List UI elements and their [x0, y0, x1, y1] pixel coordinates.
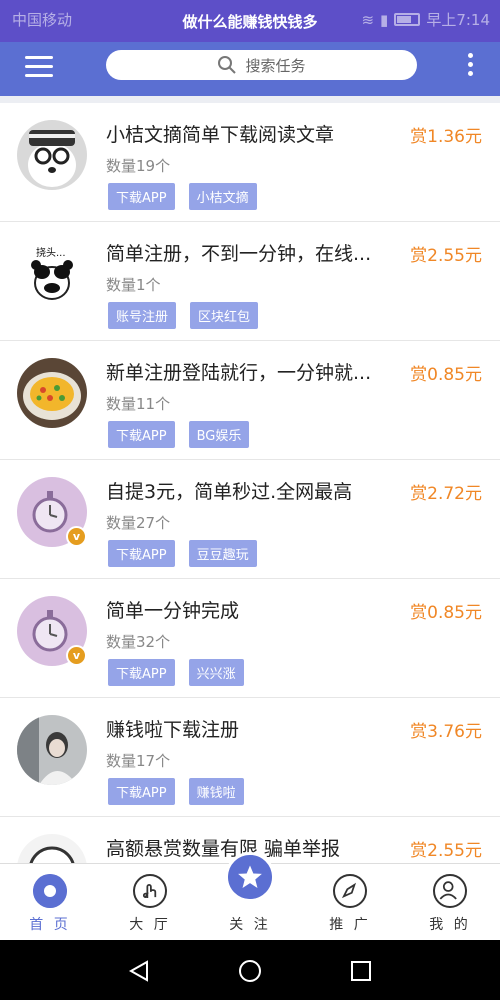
- signal-icon: ▮: [380, 10, 389, 29]
- task-tag[interactable]: 区块红包: [190, 302, 259, 329]
- search-placeholder: 搜索任务: [245, 56, 306, 75]
- star-icon[interactable]: [225, 852, 275, 902]
- task-item[interactable]: 小桔文摘简单下载阅读文章 赏1.36元 数量19个 下载APP 小桔文摘: [0, 103, 500, 222]
- task-reward: 赏2.55元: [410, 841, 482, 861]
- verified-badge: v: [66, 526, 87, 547]
- status-bar: 中国移动 做什么能赚钱快钱多 ≋ ▮ 早上7:14: [0, 0, 500, 42]
- task-title: 赚钱啦下载注册: [106, 719, 240, 741]
- tab-profile[interactable]: 我 的: [400, 864, 500, 941]
- hand-icon: [133, 874, 167, 908]
- more-options-icon[interactable]: [468, 53, 474, 79]
- task-count: 数量19个: [106, 157, 171, 175]
- menu-icon[interactable]: [25, 56, 53, 80]
- task-item[interactable]: v 简单一分钟完成 赏0.85元 数量32个 下载APP 兴兴涨: [0, 579, 500, 698]
- home-button-icon[interactable]: [238, 959, 262, 983]
- compass-icon: [333, 874, 367, 908]
- tab-label: 关 注: [229, 917, 271, 933]
- tab-hall[interactable]: 大 厅: [100, 864, 200, 941]
- avatar: [17, 120, 87, 190]
- task-tag[interactable]: 豆豆趣玩: [188, 540, 257, 567]
- task-reward: 赏0.85元: [410, 365, 482, 385]
- task-reward: 赏3.76元: [410, 722, 482, 742]
- task-item[interactable]: 赚钱啦下载注册 赏3.76元 数量17个 下载APP 赚钱啦: [0, 698, 500, 817]
- task-title: 小桔文摘简单下载阅读文章: [106, 124, 335, 146]
- task-count: 数量27个: [106, 514, 171, 532]
- clock: 早上7:14: [426, 11, 490, 29]
- task-tag[interactable]: 账号注册: [108, 302, 177, 329]
- status-indicators: ≋ ▮ 早上7:14: [361, 9, 490, 30]
- back-icon[interactable]: [128, 960, 150, 982]
- task-title: 简单一分钟完成: [106, 600, 240, 622]
- user-icon: [433, 874, 467, 908]
- task-reward: 赏2.55元: [410, 246, 482, 266]
- tab-label: 推 广: [329, 917, 371, 933]
- task-reward: 赏2.72元: [410, 484, 482, 504]
- recents-icon[interactable]: [350, 960, 372, 982]
- tab-home[interactable]: 首 页: [0, 864, 100, 941]
- task-tag[interactable]: 赚钱啦: [188, 778, 244, 805]
- task-tag[interactable]: 下载APP: [108, 183, 175, 210]
- tab-label: 大 厅: [129, 917, 171, 933]
- system-nav-bar: [0, 940, 500, 1000]
- tab-promote[interactable]: 推 广: [300, 864, 400, 941]
- task-tag[interactable]: 下载APP: [108, 421, 175, 448]
- task-count: 数量1个: [106, 276, 161, 294]
- task-list: 小桔文摘简单下载阅读文章 赏1.36元 数量19个 下载APP 小桔文摘 挠头..…: [0, 103, 500, 863]
- task-count: 数量11个: [106, 395, 171, 413]
- search-input[interactable]: 搜索任务: [106, 50, 417, 80]
- battery-icon: [394, 13, 421, 26]
- task-item[interactable]: 挠头... 简单注册，不到一分钟，在线... 赏2.55元 数量1个 账号注册区…: [0, 222, 500, 341]
- wifi-icon: ≋: [361, 10, 375, 29]
- task-tag[interactable]: 下载APP: [108, 778, 175, 805]
- task-count: 数量17个: [106, 752, 171, 770]
- task-tag[interactable]: 下载APP: [108, 659, 175, 686]
- task-reward: 赏0.85元: [410, 603, 482, 623]
- avatar: [17, 715, 87, 785]
- task-title: 简单注册，不到一分钟，在线...: [106, 243, 372, 265]
- task-tag[interactable]: 下载APP: [108, 540, 175, 567]
- avatar: 挠头...: [17, 239, 87, 309]
- task-title: 自提3元，简单秒过.全网最高: [106, 481, 353, 503]
- avatar: [17, 834, 87, 863]
- task-tag[interactable]: 小桔文摘: [188, 183, 257, 210]
- task-reward: 赏1.36元: [410, 127, 482, 147]
- home-icon: [33, 874, 67, 908]
- task-count: 数量32个: [106, 633, 171, 651]
- avatar: [17, 358, 87, 428]
- nav-bar: 搜索任务: [0, 42, 500, 96]
- task-item[interactable]: v 自提3元，简单秒过.全网最高 赏2.72元 数量27个 下载APP 豆豆趣玩: [0, 460, 500, 579]
- tab-label: 我 的: [429, 917, 471, 933]
- search-icon: [218, 56, 237, 74]
- task-tag[interactable]: 兴兴涨: [188, 659, 244, 686]
- avatar-caption: 挠头...: [36, 246, 66, 259]
- tab-label: 首 页: [29, 917, 71, 933]
- task-item[interactable]: 新单注册登陆就行，一分钟就... 赏0.85元 数量11个 下载APP BG娱乐: [0, 341, 500, 460]
- task-title: 新单注册登陆就行，一分钟就...: [106, 362, 372, 384]
- task-tag[interactable]: BG娱乐: [188, 421, 250, 448]
- verified-badge: v: [66, 645, 87, 666]
